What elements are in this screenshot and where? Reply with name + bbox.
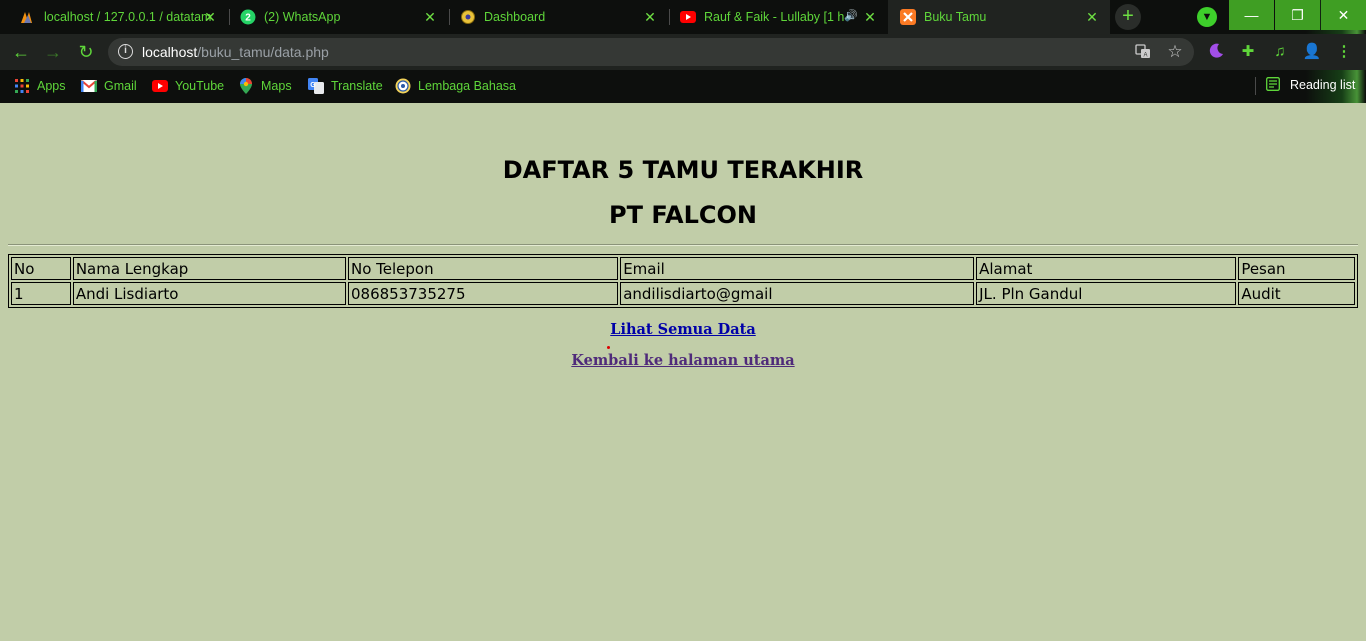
dashboard-icon [460, 9, 476, 25]
bookmark-label: Translate [331, 79, 383, 93]
svg-text:A: A [1143, 53, 1147, 59]
table-cell: Andi Lisdiarto [72, 282, 346, 305]
address-bar[interactable]: i localhost/buku_tamu/data.php A ☆ [108, 38, 1194, 66]
page-subtitle: PT FALCON [609, 201, 757, 229]
svg-text:2: 2 [245, 13, 251, 24]
bookmark-maps[interactable]: Maps [238, 77, 292, 95]
back-to-home-link[interactable]: Kembali ke halaman utama [571, 352, 794, 369]
horizontal-rule [8, 244, 1358, 246]
bookmark-translate[interactable]: G Translate [308, 77, 383, 95]
url-path: /buku_tamu/data.php [197, 44, 329, 60]
media-control-icon[interactable]: ♫ [1270, 42, 1290, 62]
table-cell: andilisdiarto@gmail [620, 282, 975, 305]
guest-table: No Nama Lengkap No Telepon Email Alamat … [8, 254, 1358, 308]
page-content: DAFTAR 5 TAMU TERAKHIR PT FALCON No Nama… [0, 103, 1366, 641]
bookmark-label: YouTube [175, 79, 225, 93]
view-all-data-link[interactable]: Lihat Semua Data [610, 321, 755, 338]
table-cell: 086853735275 [347, 282, 619, 305]
close-tab-icon[interactable]: ✕ [202, 9, 218, 25]
close-tab-icon[interactable]: ✕ [642, 9, 658, 25]
home-link-row: Kembali ke halaman utama [0, 352, 1366, 369]
phpmyadmin-icon [20, 9, 36, 25]
menu-kebab-icon[interactable]: ⋮ [1334, 42, 1354, 62]
audio-playing-icon[interactable]: 🔊 [844, 9, 858, 22]
bookmark-star-icon[interactable]: ☆ [1166, 43, 1184, 61]
tab-title: Buku Tamu [924, 10, 987, 24]
back-button[interactable]: ← [9, 40, 33, 64]
tab-buku-tamu[interactable]: Buku Tamu ✕ [888, 0, 1110, 34]
bookmark-youtube[interactable]: YouTube [152, 77, 224, 95]
youtube-icon [152, 78, 168, 94]
tab-phpmyadmin[interactable]: localhost / 127.0.0.1 / datatam ✕ [8, 0, 228, 34]
extensions-puzzle-icon[interactable]: ✚ [1238, 42, 1258, 62]
translate-icon: G [308, 78, 324, 94]
gmail-icon [81, 78, 97, 94]
table-header-cell: Alamat [976, 257, 1237, 280]
close-tab-icon[interactable]: ✕ [422, 9, 438, 25]
tab-youtube-lullaby[interactable]: Rauf & Faik - Lullaby [1 h 🔊 ✕ [668, 0, 888, 34]
tab-strip: localhost / 127.0.0.1 / datatam ✕ 2 (2) … [0, 0, 1366, 34]
browser-chrome: localhost / 127.0.0.1 / datatam ✕ 2 (2) … [0, 0, 1366, 103]
whatsapp-icon: 2 [240, 9, 256, 25]
tab-title: localhost / 127.0.0.1 / datatam [44, 10, 212, 24]
browser-toolbar: ← → ↻ i localhost/buku_tamu/data.php A ☆… [0, 34, 1366, 70]
maps-icon [238, 78, 254, 94]
url-text[interactable]: localhost/buku_tamu/data.php [142, 44, 329, 60]
close-window-button[interactable]: ✕ [1321, 0, 1366, 30]
table-header-cell: No Telepon [347, 257, 619, 280]
table-header-row: No Nama Lengkap No Telepon Email Alamat … [11, 257, 1355, 280]
reading-list-icon [1266, 77, 1282, 93]
table-row: 1 Andi Lisdiarto 086853735275 andilisdia… [11, 282, 1355, 305]
close-tab-icon[interactable]: ✕ [1084, 9, 1100, 25]
table-header-cell: Pesan [1238, 257, 1355, 280]
translate-page-icon[interactable]: A [1134, 43, 1152, 61]
bookmarks-separator [1255, 77, 1256, 95]
minimize-button[interactable]: — [1229, 0, 1274, 30]
bookmark-apps[interactable]: Apps [14, 77, 66, 95]
table-header-cell: No [11, 257, 71, 280]
bookmark-label: Apps [37, 79, 66, 93]
reading-list-label: Reading list [1290, 78, 1356, 92]
youtube-icon [680, 9, 696, 25]
tab-whatsapp[interactable]: 2 (2) WhatsApp ✕ [228, 0, 448, 34]
reading-list-button[interactable]: Reading list [1266, 77, 1355, 93]
new-tab-button[interactable]: + [1115, 4, 1141, 30]
table-cell: Audit [1238, 282, 1355, 305]
profile-icon[interactable]: 👤 [1302, 42, 1322, 62]
bookmark-lembaga-bahasa[interactable]: Lembaga Bahasa [395, 77, 516, 95]
bookmark-label: Lembaga Bahasa [418, 79, 516, 93]
close-tab-icon[interactable]: ✕ [862, 9, 878, 25]
apps-grid-icon [14, 78, 30, 94]
bookmark-gmail[interactable]: Gmail [81, 77, 137, 95]
view-all-link-row: Lihat Semua Data [0, 321, 1366, 338]
bookmark-label: Maps [261, 79, 292, 93]
svg-text:G: G [310, 82, 316, 89]
reload-button[interactable]: ↻ [74, 40, 98, 64]
site-info-icon[interactable]: i [118, 44, 133, 59]
lembaga-bahasa-icon [395, 78, 411, 94]
xampp-icon [900, 9, 916, 25]
restore-button[interactable]: ❐ [1275, 0, 1320, 30]
tab-dashboard[interactable]: Dashboard ✕ [448, 0, 668, 34]
table-header-cell: Email [620, 257, 975, 280]
forward-button[interactable]: → [41, 40, 65, 64]
dark-mode-extension-icon[interactable] [1206, 42, 1226, 62]
tab-title: Dashboard [484, 10, 546, 24]
bookmarks-bar: Apps Gmail YouTube Maps G Translate Lemb… [0, 70, 1366, 103]
tab-title: Rauf & Faik - Lullaby [1 h [704, 10, 845, 24]
cursor-dot [607, 346, 610, 349]
tab-title: (2) WhatsApp [264, 10, 341, 24]
page-title: DAFTAR 5 TAMU TERAKHIR [502, 156, 864, 184]
download-icon[interactable]: ▼ [1197, 7, 1217, 27]
table-header-cell: Nama Lengkap [72, 257, 346, 280]
url-host: localhost [142, 44, 198, 60]
table-cell: JL. Pln Gandul [976, 282, 1237, 305]
table-cell: 1 [11, 282, 71, 305]
bookmark-label: Gmail [104, 79, 137, 93]
